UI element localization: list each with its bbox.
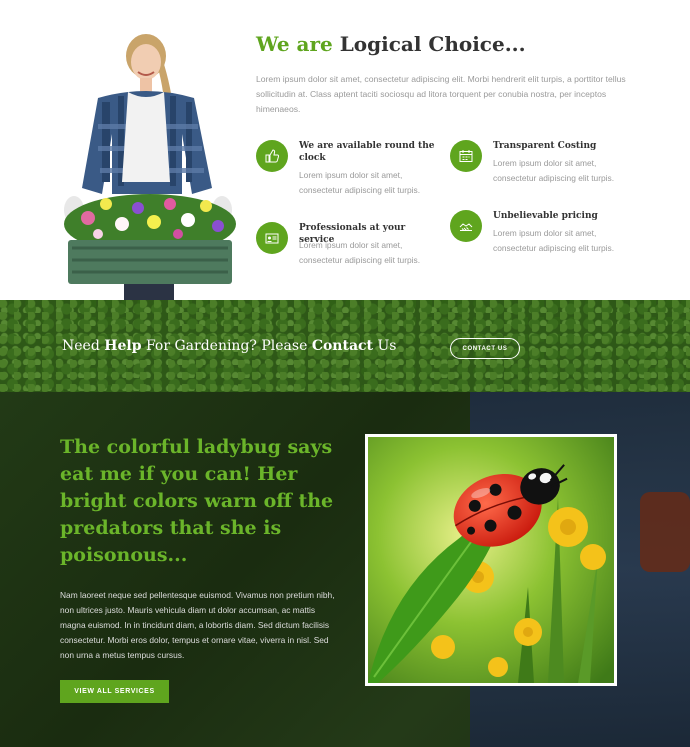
ladybug-photo — [365, 434, 617, 686]
feature-desc: Lorem ipsum dolor sit amet, consectetur … — [299, 170, 421, 195]
banner-text-part: For Gardening? Please — [145, 338, 308, 354]
gardener-image — [64, 34, 236, 300]
banner-text-part: Need — [62, 338, 100, 354]
feature-title: Transparent Costing — [493, 141, 597, 151]
banner-text-part: Us — [377, 338, 397, 354]
banner-text-bold: Help — [104, 338, 142, 354]
handshake-icon — [450, 210, 482, 242]
feature-title: Unbelievable pricing — [493, 211, 598, 221]
section-title: We are Logical Choice... — [256, 32, 526, 56]
id-card-icon — [256, 222, 288, 254]
contact-us-button[interactable]: CONTACT US — [450, 338, 520, 359]
ladybug-heading: The colorful ladybug says eat me if you … — [60, 436, 334, 566]
feature-desc: Lorem ipsum dolor sit amet, consectetur … — [493, 228, 615, 253]
feature-desc: Lorem ipsum dolor sit amet, consectetur … — [299, 240, 421, 265]
calendar-icon — [450, 140, 482, 172]
title-accent: We are — [256, 32, 333, 56]
ladybug-body: Nam laoreet neque sed pellentesque euism… — [60, 590, 335, 660]
title-main: Logical Choice... — [339, 32, 526, 56]
view-all-services-button[interactable]: VIEW ALL SERVICES — [60, 680, 169, 703]
banner-text-bold: Contact — [311, 338, 374, 354]
feature-title: We are available round the clock — [299, 141, 435, 163]
background-glove — [640, 492, 690, 572]
banner-text: Need Help For Gardening? Please Contact … — [62, 338, 396, 354]
intro-text: Lorem ipsum dolor sit amet, consectetur … — [256, 74, 626, 114]
thumbs-up-icon — [256, 140, 288, 172]
feature-desc: Lorem ipsum dolor sit amet, consectetur … — [493, 158, 615, 183]
logical-choice-section: We are Logical Choice... Lorem ipsum dol… — [0, 0, 690, 300]
